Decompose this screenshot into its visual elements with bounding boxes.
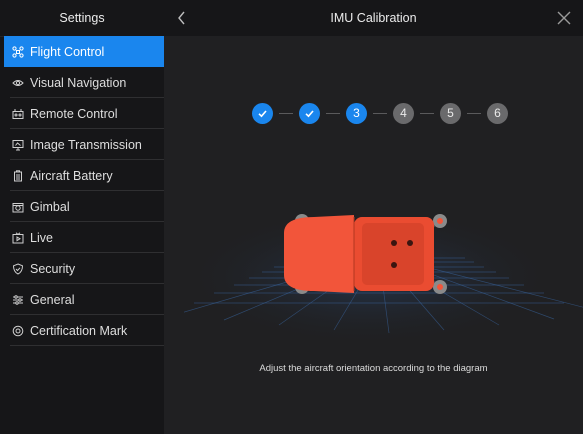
drone-icon	[12, 45, 24, 58]
sliders-icon	[12, 294, 24, 306]
sidebar-item-certification-mark[interactable]: Certification Mark	[4, 315, 164, 346]
sidebar-item-label: Image Transmission	[30, 137, 142, 152]
step-4: 4	[393, 102, 414, 124]
sidebar-item-remote-control[interactable]: Remote Control	[4, 98, 164, 129]
back-button[interactable]	[172, 8, 192, 28]
step-connector	[279, 112, 293, 114]
step-2	[299, 102, 320, 124]
eye-icon	[12, 77, 24, 89]
step-1	[252, 102, 273, 124]
page-title: IMU Calibration	[330, 11, 417, 25]
calibration-stepper: 3 4 5 6	[252, 102, 508, 124]
step-connector	[420, 112, 434, 114]
aircraft-orientation-diagram	[184, 200, 583, 340]
sidebar-item-label: Visual Navigation	[30, 75, 127, 90]
monitor-icon	[12, 139, 24, 151]
sidebar-item-label: Aircraft Battery	[30, 168, 113, 183]
calibration-panel: IMU Calibration 3 4 5 6 Adjust the aircr…	[164, 0, 583, 434]
step-connector	[467, 112, 481, 114]
instruction-text: Adjust the aircraft orientation accordin…	[259, 363, 488, 374]
sidebar-item-visual-navigation[interactable]: Visual Navigation	[4, 67, 164, 98]
camera-icon	[12, 201, 24, 213]
sidebar-item-label: Remote Control	[30, 106, 118, 121]
sidebar-item-label: Gimbal	[30, 199, 70, 214]
sidebar-item-label: General	[30, 292, 75, 307]
sidebar-item-label: Flight Control	[30, 44, 105, 59]
sidebar-item-image-transmission[interactable]: Image Transmission	[4, 129, 164, 160]
settings-sidebar: Settings Flight Control Visual Navigatio…	[0, 0, 164, 434]
close-icon	[557, 11, 571, 25]
certificate-icon	[12, 325, 24, 337]
aircraft-illustration	[284, 214, 447, 294]
chevron-left-icon	[178, 11, 185, 25]
sidebar-item-aircraft-battery[interactable]: Aircraft Battery	[4, 160, 164, 191]
sidebar-item-live[interactable]: Live	[4, 222, 164, 253]
sidebar-item-security[interactable]: Security	[4, 253, 164, 284]
sidebar-title: Settings	[0, 0, 164, 37]
step-connector	[373, 112, 387, 114]
close-button[interactable]	[555, 9, 573, 27]
step-5: 5	[440, 102, 461, 124]
shield-icon	[12, 262, 24, 275]
sidebar-item-gimbal[interactable]: Gimbal	[4, 191, 164, 222]
title-bar: IMU Calibration	[164, 0, 583, 36]
checkmark-icon	[305, 109, 314, 117]
battery-icon	[12, 169, 24, 182]
remote-controller-icon	[12, 108, 24, 120]
step-6: 6	[487, 102, 508, 124]
step-3: 3	[346, 102, 367, 124]
sidebar-item-label: Security	[30, 261, 76, 276]
settings-menu: Flight Control Visual Navigation Remote …	[4, 36, 164, 346]
step-connector	[326, 112, 340, 114]
live-stream-icon	[12, 231, 24, 244]
sidebar-item-label: Certification Mark	[30, 323, 128, 338]
sidebar-item-flight-control[interactable]: Flight Control	[4, 36, 164, 67]
sidebar-item-general[interactable]: General	[4, 284, 164, 315]
checkmark-icon	[258, 109, 267, 117]
sidebar-item-label: Live	[30, 230, 53, 245]
